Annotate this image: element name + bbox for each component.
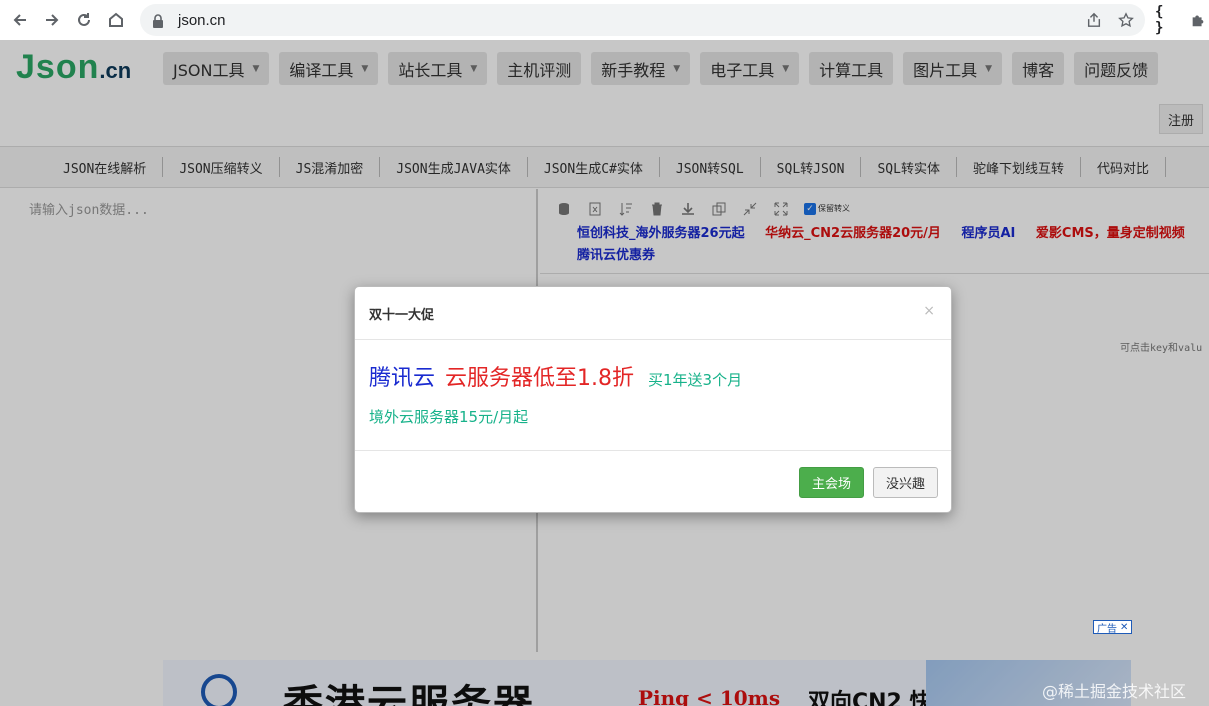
close-icon[interactable]: ✕ — [1120, 622, 1128, 633]
promo-gift: 买1年送3个月 — [648, 371, 743, 389]
promo-headline[interactable]: 腾讯云 云服务器低至1.8折 买1年送3个月 — [369, 360, 742, 392]
json-extension-icon[interactable]: { } — [1155, 4, 1179, 36]
share-icon[interactable] — [1085, 11, 1103, 29]
close-icon[interactable]: × — [923, 303, 935, 319]
reload-icon[interactable] — [68, 4, 100, 36]
lock-icon — [152, 13, 164, 28]
extensions-puzzle-icon[interactable] — [1186, 8, 1209, 32]
address-bar[interactable]: json.cn — [140, 4, 1145, 36]
url-text: json.cn — [178, 11, 226, 29]
home-icon[interactable] — [100, 4, 132, 36]
forward-icon[interactable] — [36, 4, 68, 36]
modal-header: 双十一大促 × — [355, 287, 951, 340]
modal-title: 双十一大促 — [369, 308, 435, 323]
main-venue-button[interactable]: 主会场 — [799, 467, 864, 498]
ad-badge[interactable]: 广告 ✕ — [1093, 620, 1133, 635]
not-interested-button[interactable]: 没兴趣 — [873, 467, 938, 498]
promo-offer: 云服务器低至1.8折 — [445, 366, 635, 391]
modal-footer: 主会场 没兴趣 — [355, 451, 951, 512]
browser-toolbar: json.cn { } — [0, 0, 1209, 40]
back-icon[interactable] — [4, 4, 36, 36]
promo-brand: 腾讯云 — [369, 366, 436, 391]
watermark-text: @稀土掘金技术社区 — [1042, 682, 1187, 701]
promo-overseas-link[interactable]: 境外云服务器15元/月起 — [369, 406, 528, 427]
bookmark-star-icon[interactable] — [1117, 11, 1135, 29]
ad-badge-label: 广告 — [1097, 623, 1117, 635]
promo-modal: 双十一大促 × 腾讯云 云服务器低至1.8折 买1年送3个月 境外云服务器15元… — [354, 286, 952, 513]
modal-body: 腾讯云 云服务器低至1.8折 买1年送3个月 境外云服务器15元/月起 — [355, 340, 951, 451]
